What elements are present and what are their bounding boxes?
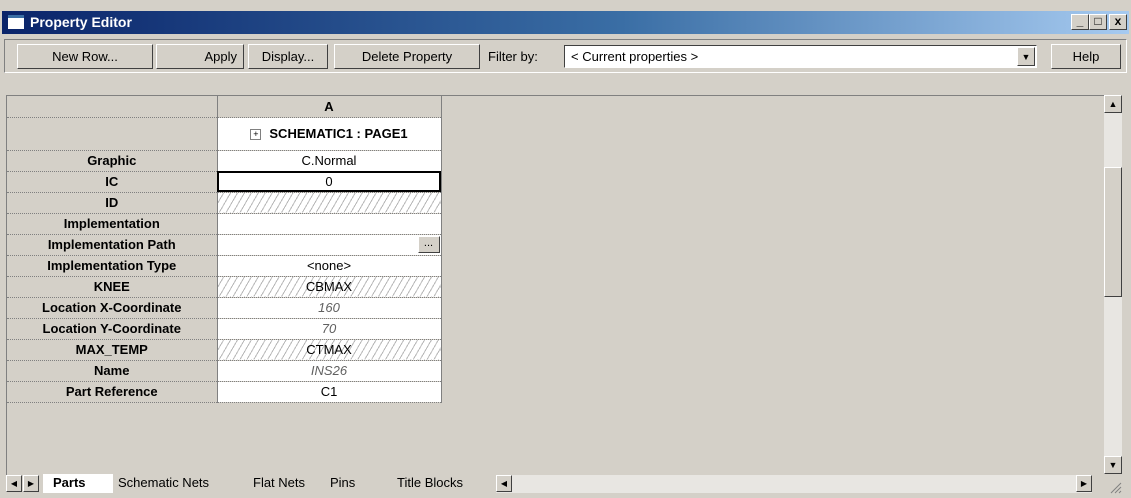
group-header[interactable]: + SCHEMATIC1 : PAGE1 xyxy=(217,117,442,151)
row-header[interactable]: MAX_TEMP xyxy=(7,339,218,361)
tab-flat-nets[interactable]: Flat Nets xyxy=(253,474,323,493)
scroll-down-icon[interactable]: ▼ xyxy=(1104,456,1122,474)
value-cell[interactable]: 70 xyxy=(217,318,442,340)
value-cell[interactable]: <none> xyxy=(217,255,442,277)
value-cell[interactable]: C.Normal xyxy=(217,150,442,172)
apply-button[interactable]: Apply xyxy=(156,44,244,69)
maximize-button[interactable]: □ xyxy=(1089,14,1107,30)
tab-title-blocks[interactable]: Title Blocks xyxy=(397,474,487,493)
window-title: Property Editor xyxy=(30,14,132,30)
row-header[interactable]: Implementation Path xyxy=(7,234,218,256)
property-row: Location X-Coordinate 160 xyxy=(7,297,442,319)
display-button[interactable]: Display... xyxy=(248,44,328,69)
filter-dropdown[interactable]: < Current properties > ▼ xyxy=(564,45,1037,68)
property-grid: A + SCHEMATIC1 : PAGE1 Graphic C.Normal I… xyxy=(6,95,1105,475)
row-header[interactable]: Location X-Coordinate xyxy=(7,297,218,319)
row-header[interactable]: KNEE xyxy=(7,276,218,298)
row-header[interactable]: IC xyxy=(7,171,218,193)
value-cell[interactable]: CTMAX xyxy=(217,339,442,361)
value-cell[interactable] xyxy=(217,192,442,214)
tab-pins[interactable]: Pins xyxy=(330,474,370,493)
row-header[interactable]: Part Reference xyxy=(7,381,218,403)
horizontal-scrollbar[interactable]: ◀ ▶ xyxy=(496,475,1092,493)
property-row: MAX_TEMP CTMAX xyxy=(7,339,442,361)
scroll-up-icon[interactable]: ▲ xyxy=(1104,95,1122,113)
resize-grip-icon[interactable] xyxy=(1108,480,1122,494)
scroll-left-icon[interactable]: ◀ xyxy=(496,475,512,492)
property-row: IC 0 xyxy=(7,171,442,193)
new-row-button[interactable]: New Row... xyxy=(17,44,153,69)
value-cell[interactable]: INS26 xyxy=(217,360,442,382)
property-row: Location Y-Coordinate 70 xyxy=(7,318,442,340)
property-row: Graphic C.Normal xyxy=(7,150,442,172)
property-row: Implementation Type <none> xyxy=(7,255,442,277)
tab-scroll-left-icon[interactable]: ◀ xyxy=(6,475,22,492)
column-header-a[interactable]: A xyxy=(217,96,442,118)
row-header[interactable]: Graphic xyxy=(7,150,218,172)
group-header-label: SCHEMATIC1 : PAGE1 xyxy=(269,126,408,141)
tab-schematic-nets[interactable]: Schematic Nets xyxy=(118,474,238,493)
filter-dropdown-value: < Current properties > xyxy=(571,49,699,64)
browse-button[interactable]: ... xyxy=(417,236,440,253)
bottom-bar: ◀ ▶ Parts Schematic Nets Flat Nets Pins … xyxy=(6,474,1122,494)
vertical-scrollbar[interactable]: ▲ ▼ xyxy=(1104,95,1122,474)
value-cell-selected[interactable]: 0 xyxy=(217,171,442,193)
close-button[interactable]: x xyxy=(1109,14,1127,30)
property-row: Name INS26 xyxy=(7,360,442,382)
property-row: ID xyxy=(7,192,442,214)
title-bar[interactable]: Property Editor _ □ x xyxy=(2,11,1129,34)
value-cell[interactable]: CBMAX xyxy=(217,276,442,298)
filter-label: Filter by: xyxy=(488,49,538,64)
value-cell[interactable] xyxy=(217,213,442,235)
corner-header xyxy=(7,96,218,118)
delete-property-button[interactable]: Delete Property xyxy=(334,44,480,69)
tab-parts[interactable]: Parts xyxy=(43,474,113,493)
value-cell[interactable]: 160 xyxy=(217,297,442,319)
row-header[interactable]: ID xyxy=(7,192,218,214)
minimize-button[interactable]: _ xyxy=(1071,14,1089,30)
scroll-thumb[interactable] xyxy=(1104,167,1122,297)
value-cell[interactable]: ... xyxy=(217,234,442,256)
property-row: Implementation xyxy=(7,213,442,235)
row-header[interactable]: Implementation xyxy=(7,213,218,235)
help-button[interactable]: Help xyxy=(1051,44,1121,69)
property-editor-window: Property Editor _ □ x New Row... Apply D… xyxy=(0,8,1131,498)
property-row: Part Reference C1 xyxy=(7,381,442,403)
group-row-header xyxy=(7,117,218,151)
value-cell[interactable]: C1 xyxy=(217,381,442,403)
tab-scroll-right-icon[interactable]: ▶ xyxy=(23,475,39,492)
scroll-right-icon[interactable]: ▶ xyxy=(1076,475,1092,492)
property-row: KNEE CBMAX xyxy=(7,276,442,298)
toolbar: New Row... Apply Display... Delete Prope… xyxy=(4,39,1127,73)
row-header[interactable]: Implementation Type xyxy=(7,255,218,277)
expand-icon[interactable]: + xyxy=(250,129,262,141)
row-header[interactable]: Location Y-Coordinate xyxy=(7,318,218,340)
property-row: Implementation Path ... xyxy=(7,234,442,256)
chevron-down-icon[interactable]: ▼ xyxy=(1017,47,1035,66)
window-icon xyxy=(8,15,24,29)
row-header[interactable]: Name xyxy=(7,360,218,382)
